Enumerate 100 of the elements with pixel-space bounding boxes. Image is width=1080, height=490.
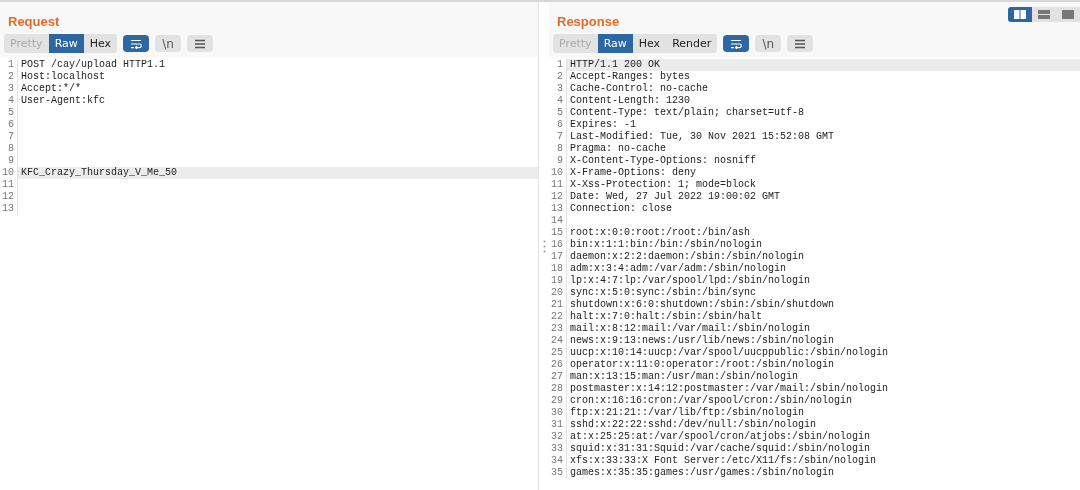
columns-icon [1014,10,1026,19]
code-line: Accept:*/* [20,83,82,95]
code-line: postmaster:x:14:12:postmaster:/var/mail:/sbin/nologin [569,383,890,395]
line-number: 34 [549,455,567,467]
line-number: 4 [0,95,18,107]
line-number: 6 [549,119,567,131]
code-line: Content-Type: text/plain; charset=utf-8 [569,107,806,119]
line-number: 16 [549,239,567,251]
view-tab[interactable]: Hex [83,34,118,53]
line-number: 27 [549,371,567,383]
line-number: 26 [549,359,567,371]
line-number: 31 [549,419,567,431]
line-number: 17 [549,251,567,263]
code-line: adm:x:3:4:adm:/var/adm:/sbin/nologin [569,263,788,275]
line-number: 7 [549,131,567,143]
line-number: 11 [0,179,18,191]
code-line: man:x:13:15:man:/usr/man:/sbin/nologin [569,371,800,383]
line-number: 11 [549,179,567,191]
line-number: 14 [549,215,567,227]
wrap-toggle[interactable] [723,35,750,52]
line-number: 25 [549,347,567,359]
code-line: games:x:35:35:games:/usr/games:/sbin/nologin [569,467,836,479]
menu-button[interactable] [787,35,814,52]
code-line: X-Frame-Options: deny [569,167,698,179]
single-pane-icon [1062,10,1074,19]
line-number: 5 [0,107,18,119]
view-tab[interactable]: Hex [632,34,667,53]
code-line: X-Content-Type-Options: nosniff [569,155,758,167]
code-line: Host:localhost [20,71,106,83]
line-number: 4 [549,95,567,107]
code-line: lp:x:4:7:lp:/var/spool/lpd:/sbin/nologin [569,275,812,287]
code-line: Accept-Ranges: bytes [569,71,692,83]
code-line: User-Agent:kfc [20,95,106,107]
code-line: Pragma: no-cache [569,143,667,155]
code-line: POST /cay/upload HTTP1.1 [20,59,167,71]
code-line: cron:x:16:16:cron:/var/spool/cron:/sbin/nologin [569,395,854,407]
code-line: Cache-Control: no-cache [569,83,710,95]
line-number: 2 [549,71,567,83]
newline-toggle[interactable]: \n [755,35,782,52]
wrap-icon [130,38,143,49]
line-number: 30 [549,407,567,419]
line-number: 19 [549,275,567,287]
line-number: 5 [549,107,567,119]
line-number: 10 [549,167,567,179]
line-number: 12 [549,191,567,203]
code-line: news:x:9:13:news:/usr/lib/news:/sbin/nologin [569,335,836,347]
code-line: sync:x:5:0:sync:/sbin:/bin/sync [569,287,758,299]
menu-icon [194,38,207,49]
code-line: at:x:25:25:at:/var/spool/cron/atjobs:/sbin/nologin [569,431,872,443]
code-line: daemon:x:2:2:daemon:/sbin:/sbin/nologin [569,251,806,263]
code-line: uucp:x:10:14:uucp:/var/spool/uucppublic:/sbin/nologin [569,347,890,359]
code-line: halt:x:7:0:halt:/sbin:/sbin/halt [569,311,764,323]
code-line: root:x:0:0:root:/root:/bin/ash [569,227,752,239]
line-number: 33 [549,443,567,455]
line-number: 23 [549,323,567,335]
code-line: mail:x:8:12:mail:/var/mail:/sbin/nologin [569,323,812,335]
view-tab[interactable]: Raw [48,34,84,53]
menu-button[interactable] [187,35,214,52]
code-line: Connection: close [569,203,674,215]
line-number: 8 [549,143,567,155]
line-number: 35 [549,467,567,479]
code-line: squid:x:31:31:Squid:/var/cache/squid:/sbin/nologin [569,443,872,455]
wrap-toggle[interactable] [123,35,150,52]
line-number: 15 [549,227,567,239]
layout-button[interactable] [1008,7,1032,22]
code-line: Date: Wed, 27 Jul 2022 19:00:02 GMT [569,191,782,203]
line-number: 21 [549,299,567,311]
line-number: 7 [0,131,18,143]
line-number: 22 [549,311,567,323]
line-number: 28 [549,383,567,395]
line-number: 3 [549,83,567,95]
line-number: 13 [0,203,18,215]
line-number: 3 [0,83,18,95]
code-line: shutdown:x:6:0:shutdown:/sbin:/sbin/shutdown [569,299,836,311]
pane-title: Response [556,13,621,31]
code-line: Content-Length: 1230 [569,95,692,107]
code-line: X-Xss-Protection: 1; mode=block [569,179,758,191]
code-line: Last-Modified: Tue, 30 Nov 2021 15:52:08 GMT [569,131,836,143]
code-line: ftp:x:21:21::/var/lib/ftp:/sbin/nologin [569,407,806,419]
pane-title: Request [7,13,61,31]
code-line: xfs:x:33:33:X Font Server:/etc/X11/fs:/sbin/nologin [569,455,878,467]
line-number: 9 [0,155,18,167]
menu-icon [794,38,807,49]
line-number: 13 [549,203,567,215]
rows-icon [1038,10,1050,19]
view-tab[interactable]: Render [666,34,718,53]
line-number: 8 [0,143,18,155]
code-line: Expires: -1 [569,119,637,131]
code-line: operator:x:11:0:operator:/root:/sbin/nologin [569,359,836,371]
wrap-icon [730,38,743,49]
line-number: 24 [549,335,567,347]
line-number: 29 [549,395,567,407]
code-line: sshd:x:22:22:sshd:/dev/null:/sbin/nologin [569,419,818,431]
view-tab[interactable]: Raw [597,34,633,53]
line-number: 2 [0,71,18,83]
line-number: 1 [0,59,18,71]
drag-handle-icon[interactable] [542,239,546,253]
line-number: 18 [549,263,567,275]
newline-toggle[interactable]: \n [155,35,182,52]
line-number: 12 [0,191,18,203]
